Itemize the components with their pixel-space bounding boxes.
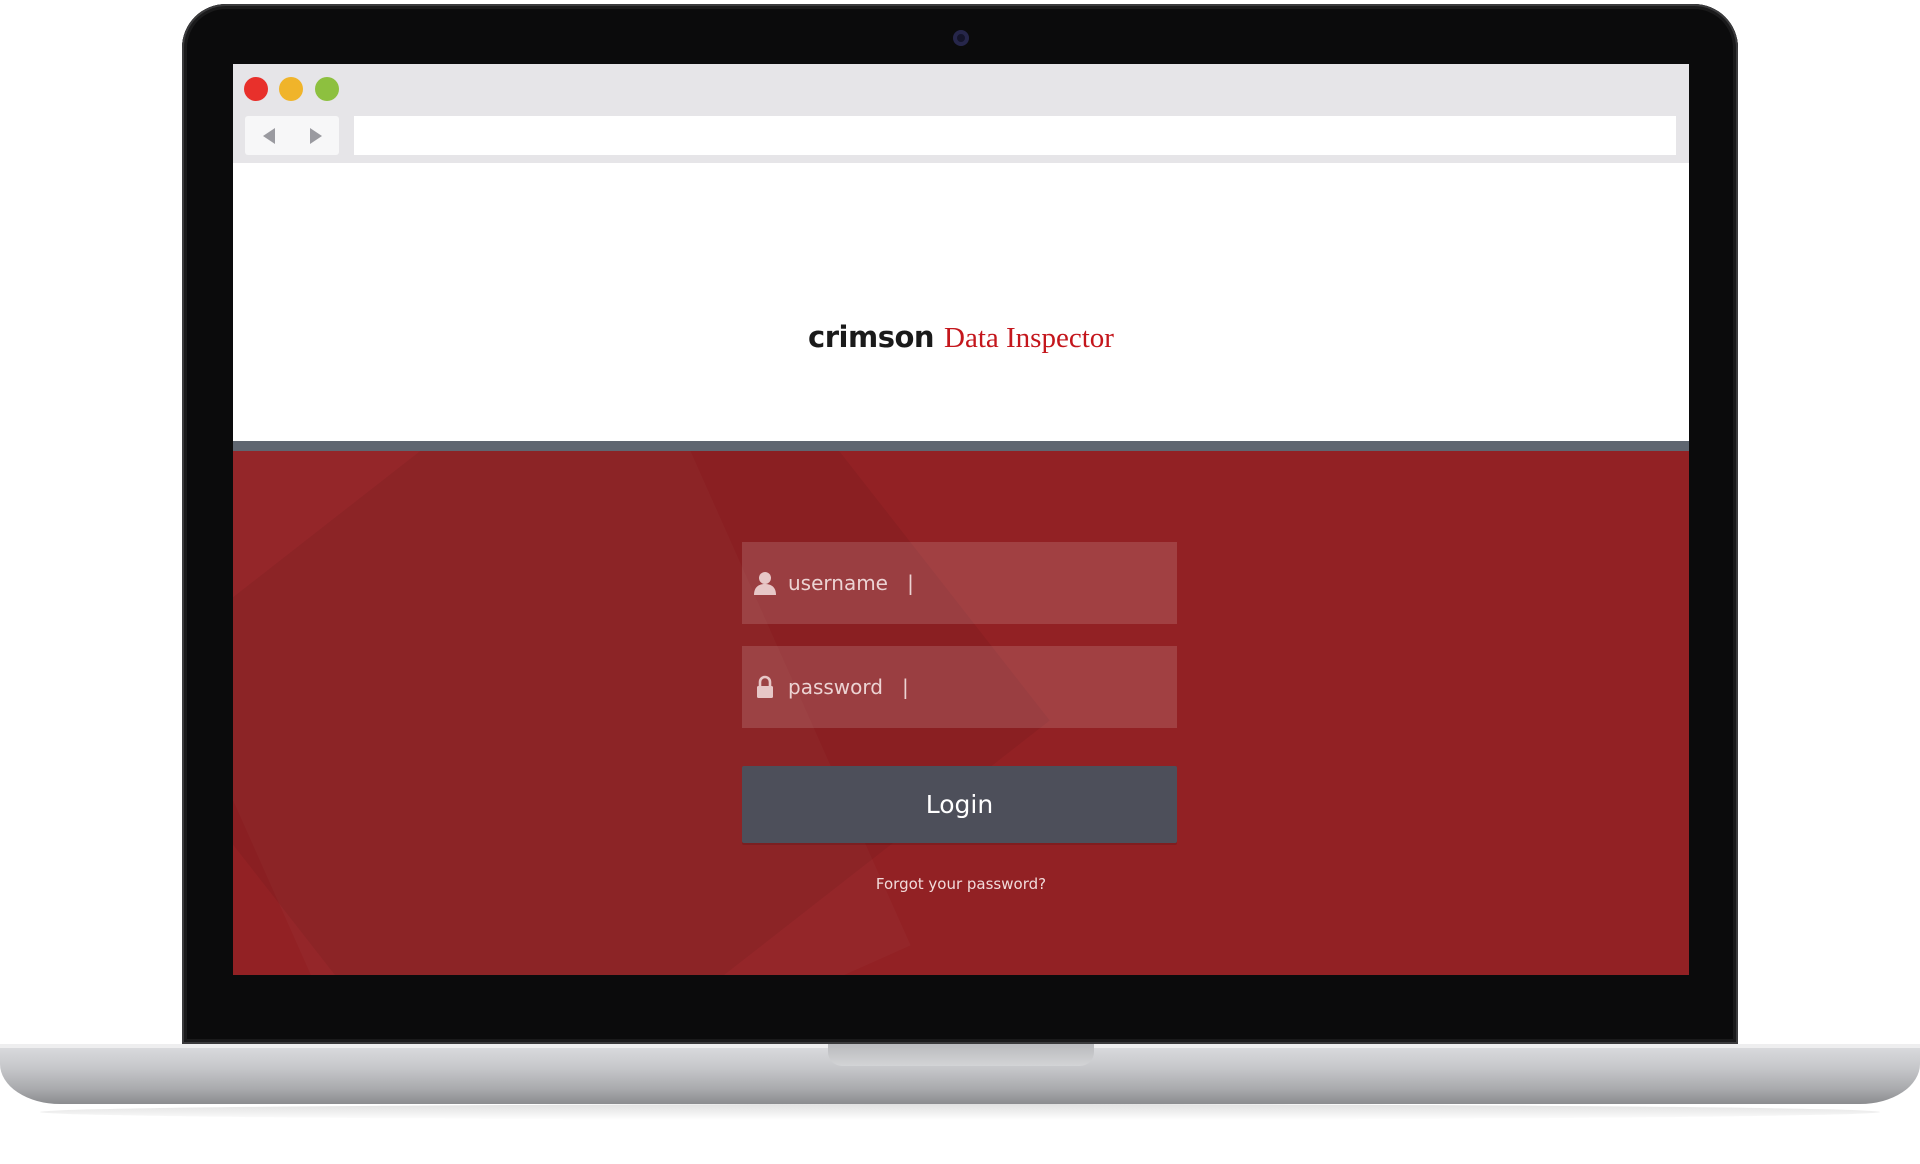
- forgot-password-link[interactable]: Forgot your password?: [233, 875, 1689, 893]
- app-logo: crimson Data Inspector: [233, 323, 1689, 353]
- window-maximize-button[interactable]: [315, 77, 339, 101]
- username-input[interactable]: [788, 563, 1177, 603]
- navigation-buttons: [245, 116, 339, 155]
- back-button[interactable]: [245, 116, 292, 155]
- forward-button[interactable]: [292, 116, 339, 155]
- username-field[interactable]: [742, 542, 1177, 624]
- window-close-button[interactable]: [244, 77, 268, 101]
- laptop-opening-notch: [828, 1044, 1094, 1066]
- logo-brand: crimson: [808, 320, 935, 354]
- login-panel: Login Forgot your password?: [233, 451, 1689, 975]
- chevron-right-icon: [309, 127, 322, 144]
- login-button[interactable]: Login: [742, 766, 1177, 843]
- header-divider: [233, 441, 1689, 451]
- laptop-shadow: [40, 1104, 1880, 1120]
- app-header: crimson Data Inspector: [233, 163, 1689, 441]
- password-input[interactable]: [788, 667, 1177, 707]
- chevron-left-icon: [262, 127, 275, 144]
- logo-product: Data Inspector: [944, 322, 1114, 354]
- camera-icon: [953, 30, 969, 46]
- password-field[interactable]: [742, 646, 1177, 728]
- address-bar[interactable]: [354, 116, 1676, 155]
- lock-icon: [752, 674, 778, 700]
- browser-window: crimsonData Inspector Log: [233, 64, 1689, 975]
- user-icon: [752, 570, 778, 596]
- window-minimize-button[interactable]: [279, 77, 303, 101]
- browser-toolbar: [233, 64, 1689, 163]
